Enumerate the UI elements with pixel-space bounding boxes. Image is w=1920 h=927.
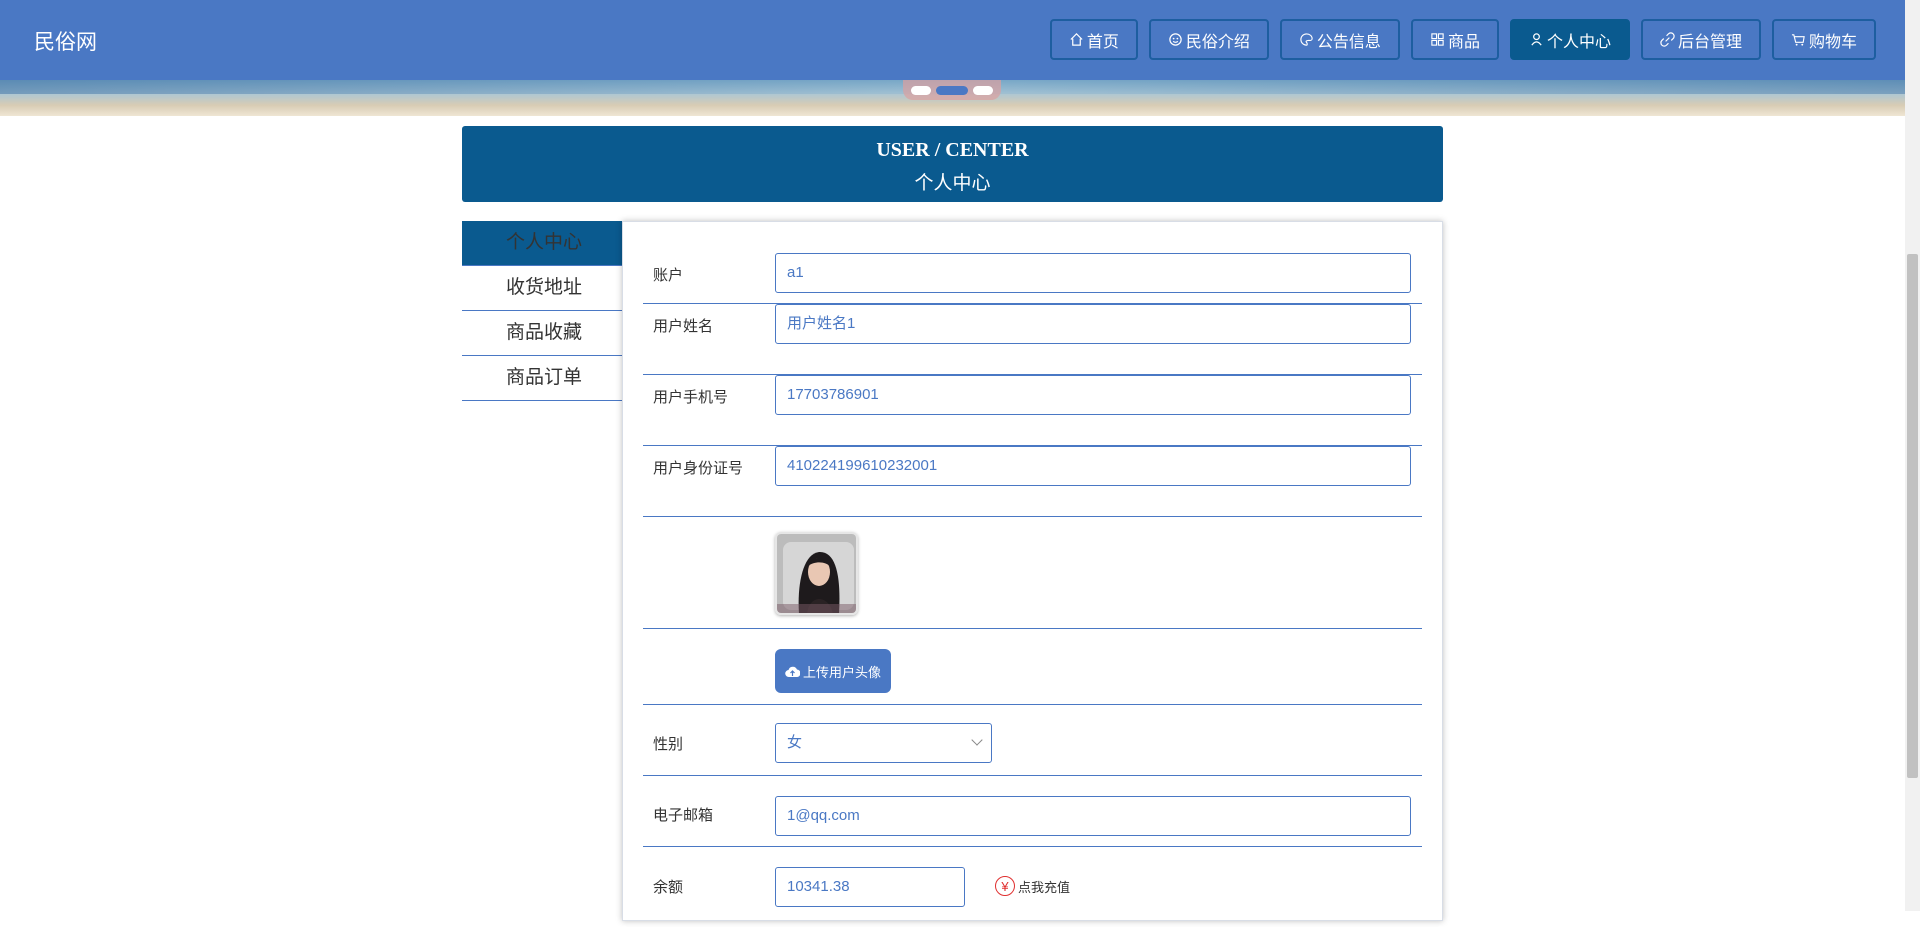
form-row-idcard: 用户身份证号 410224199610232001 [643,446,1422,517]
page-title-block: USER / CENTER 个人中心 [462,126,1443,202]
page-title-zh: 个人中心 [914,173,991,194]
nav-admin-button[interactable]: 后台管理 [1640,19,1761,60]
form-row-balance: 余额 10341.38 ¥ 点我充值 [643,847,1422,927]
upload-avatar-label: 上传用户头像 [803,664,882,680]
gender-select[interactable]: 女 [775,723,992,763]
form-row-gender: 性别 女 [643,705,1422,776]
form-row-avatar [643,517,1422,629]
phone-label: 用户手机号 [653,389,729,406]
nav-goods-label: 商品 [1447,33,1480,51]
email-input[interactable]: 1@qq.com [775,796,1411,836]
side-item-user-center[interactable]: 个人中心 [462,221,623,266]
nav-cart-label: 购物车 [1808,33,1857,51]
avatar-photo [777,534,856,613]
upload-avatar-button[interactable]: 上传用户头像 [775,649,892,693]
page-title-en: USER / CENTER [876,139,1029,161]
form-row-upload: 上传用户头像 [643,629,1422,705]
nav-goods-button[interactable]: 商品 [1410,19,1499,60]
email-label: 电子邮箱 [653,807,714,824]
recharge-label: 点我充值 [1018,879,1071,895]
palette-icon [1300,33,1313,46]
form-row-email: 电子邮箱 1@qq.com [643,776,1422,847]
top-navbar: 民俗网 首页 民俗介绍 公告信息 商品 个人中心 后台管理 购物车 [0,0,1905,80]
balance-label: 余额 [653,879,684,896]
phone-input[interactable]: 17703786901 [775,375,1411,415]
user-avatar [775,532,858,615]
nav-home-button[interactable]: 首页 [1049,19,1138,60]
nav-user-center-label: 个人中心 [1546,33,1611,51]
form-row-name: 用户姓名 用户姓名1 [643,304,1422,375]
idcard-label: 用户身份证号 [653,460,744,477]
nav-admin-label: 后台管理 [1677,33,1742,51]
page-scrollbar-thumb[interactable] [1907,254,1918,778]
side-item-orders[interactable]: 商品订单 [462,356,623,401]
gender-value: 女 [787,734,803,751]
account-input[interactable]: a1 [775,253,1411,293]
nav-folk-intro-button[interactable]: 民俗介绍 [1148,19,1269,60]
nav-notice-label: 公告信息 [1316,33,1381,51]
main-nav: 首页 民俗介绍 公告信息 商品 个人中心 后台管理 购物车 [1049,19,1876,60]
cloud-upload-icon [785,666,800,677]
carousel-indicators [903,80,1001,100]
link-icon [1660,32,1675,47]
side-menu: 个人中心 收货地址 商品收藏 商品订单 [462,221,623,401]
carousel-dot[interactable] [973,85,993,95]
side-item-address[interactable]: 收货地址 [462,266,623,311]
name-input[interactable]: 用户姓名1 [775,304,1411,344]
nav-folk-intro-label: 民俗介绍 [1185,33,1250,51]
home-icon [1070,33,1083,46]
balance-input[interactable]: 10341.38 [775,867,965,907]
nav-notice-button[interactable]: 公告信息 [1279,19,1400,60]
brand-logo[interactable]: 民俗网 [34,26,97,56]
gender-label: 性别 [653,736,684,753]
form-row-phone: 用户手机号 17703786901 [643,375,1422,446]
side-item-favorites[interactable]: 商品收藏 [462,311,623,356]
nav-cart-button[interactable]: 购物车 [1771,19,1876,60]
carousel-dot-active[interactable] [936,85,968,95]
grid-icon [1431,33,1444,46]
chevron-down-icon [971,734,983,746]
smile-icon [1169,33,1182,46]
nav-home-label: 首页 [1086,33,1119,51]
yen-icon: ¥ [995,876,1015,896]
form-row-account: 账户 a1 [643,222,1422,304]
nav-user-center-button[interactable]: 个人中心 [1509,19,1630,60]
carousel-dot[interactable] [911,85,931,95]
name-label: 用户姓名 [653,318,714,335]
idcard-input[interactable]: 410224199610232001 [775,446,1411,486]
account-label: 账户 [653,267,684,284]
profile-form: 账户 a1 用户姓名 用户姓名1 用户手机号 17703786901 用户身份证… [622,221,1443,921]
cart-icon [1791,34,1805,46]
recharge-link[interactable]: ¥ 点我充值 [995,876,1070,896]
user-icon [1531,33,1542,46]
